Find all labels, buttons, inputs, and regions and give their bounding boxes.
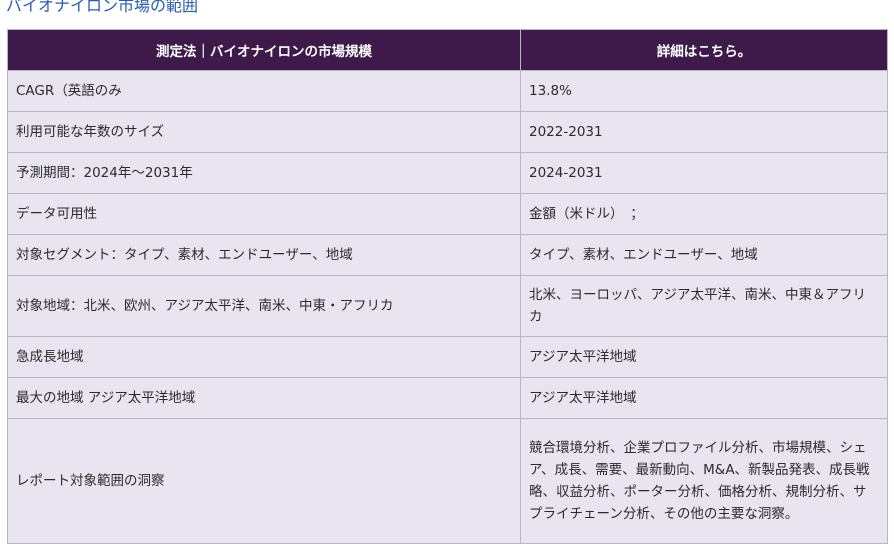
- row-label: 最大の地域 アジア太平洋地域: [7, 377, 521, 419]
- row-value: 北米、ヨーロッパ、アジア太平洋、南米、中東＆アフリカ: [520, 275, 888, 337]
- row-label: 急成長地域: [7, 336, 521, 378]
- header-details: 詳細はこちら。: [520, 29, 888, 71]
- row-label: データ可用性: [7, 193, 521, 235]
- row-value: 2022-2031: [520, 111, 888, 153]
- row-label: 対象地域：北米、欧州、アジア太平洋、南米、中東・アフリカ: [7, 275, 521, 337]
- table-header-row: 測定法｜バイオナイロンの市場規模 詳細はこちら。: [7, 29, 888, 71]
- table-row: 利用可能な年数のサイズ 2022-2031: [7, 111, 888, 153]
- table-row: 対象地域：北米、欧州、アジア太平洋、南米、中東・アフリカ 北米、ヨーロッパ、アジ…: [7, 275, 888, 337]
- table-row: 対象セグメント：タイプ、素材、エンドユーザー、地域 タイプ、素材、エンドユーザー…: [7, 234, 888, 276]
- row-value: 金額（米ドル） ；: [520, 193, 888, 235]
- market-scope-table: 測定法｜バイオナイロンの市場規模 詳細はこちら。 CAGR（英語のみ 13.8%…: [7, 29, 888, 544]
- page-title: バイオナイロン市場の範囲: [6, 0, 199, 15]
- row-value: 2024-2031: [520, 152, 888, 194]
- table-row: 最大の地域 アジア太平洋地域 アジア太平洋地域: [7, 377, 888, 419]
- table-row: データ可用性 金額（米ドル） ；: [7, 193, 888, 235]
- table-row: 予測期間：2024年～2031年 2024-2031: [7, 152, 888, 194]
- header-measure: 測定法｜バイオナイロンの市場規模: [7, 29, 521, 71]
- row-value: タイプ、素材、エンドユーザー、地域: [520, 234, 888, 276]
- row-value: アジア太平洋地域: [520, 336, 888, 378]
- table-row: 急成長地域 アジア太平洋地域: [7, 336, 888, 378]
- row-label: 予測期間：2024年～2031年: [7, 152, 521, 194]
- row-label: レポート対象範囲の洞察: [7, 418, 521, 544]
- row-label: 利用可能な年数のサイズ: [7, 111, 521, 153]
- row-value: 競合環境分析、企業プロファイル分析、市場規模、シェア、成長、需要、最新動向、M&…: [520, 418, 888, 544]
- row-value: アジア太平洋地域: [520, 377, 888, 419]
- table-row: レポート対象範囲の洞察 競合環境分析、企業プロファイル分析、市場規模、シェア、成…: [7, 418, 888, 544]
- row-value: 13.8%: [520, 70, 888, 112]
- row-label: CAGR（英語のみ: [7, 70, 521, 112]
- row-label: 対象セグメント：タイプ、素材、エンドユーザー、地域: [7, 234, 521, 276]
- table-row: CAGR（英語のみ 13.8%: [7, 70, 888, 112]
